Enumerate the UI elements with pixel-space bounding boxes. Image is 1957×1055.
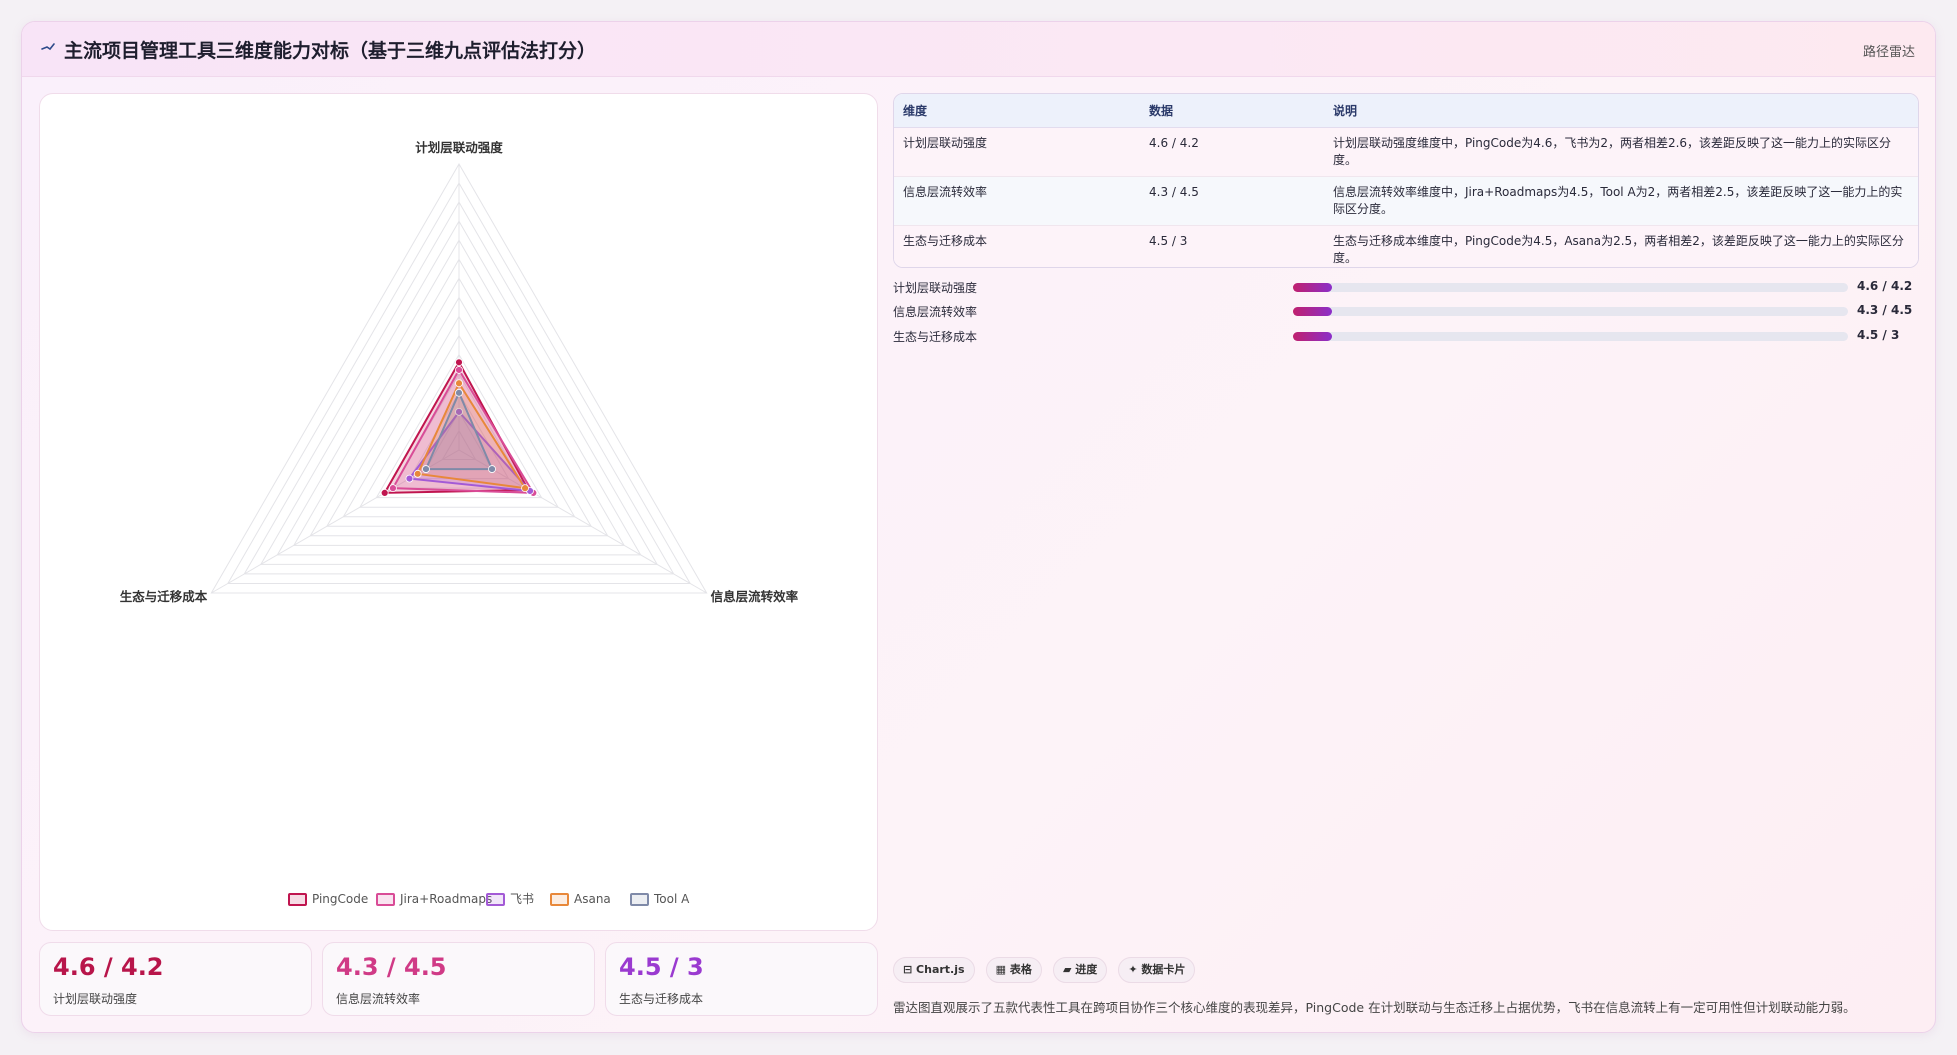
radar-chart-panel: 计划层联动强度信息层流转效率 生态与迁移成本 PingCode Jira+Roadma… [39, 93, 878, 931]
radar-point [422, 465, 430, 473]
progress-value: 4.5 / 3 [1857, 328, 1900, 342]
legend-label: 飞书 [510, 892, 534, 906]
legend-swatch [550, 893, 569, 906]
legend-label: PingCode [312, 892, 368, 906]
table-row: 信息层流转效率 4.3 / 4.5 信息层流转效率维度中，Jira+Roadma… [894, 176, 1918, 226]
progress-label: 信息层流转效率 [893, 305, 978, 319]
progress-row-info: 信息层流转效率 4.3 / 4.5 [893, 301, 1919, 321]
legend-label: Asana [574, 892, 611, 906]
radar-point [413, 469, 422, 478]
radar-point [455, 379, 463, 388]
table-cell: 生态与迁移成本维度中，PingCode为4.5，Asana为2.5，两者相差2，… [1333, 233, 1904, 265]
legend-swatch [376, 893, 395, 906]
table-header-row: 维度 数据 说明 [894, 94, 1918, 128]
progress-fill [1293, 283, 1332, 292]
legend-swatch [288, 893, 307, 906]
stat-value: 4.3 / 4.5 [336, 953, 447, 981]
progress-fill [1293, 332, 1332, 341]
radar-axis-label: 信息层流转效率 [711, 589, 799, 604]
table-cell: 4.6 / 4.2 [1140, 127, 1324, 177]
column-header-data[interactable]: 数据 [1140, 94, 1324, 128]
radar-point [488, 465, 496, 473]
table-cell: 信息层流转效率维度中，Jira+Roadmaps为4.5，Tool A为2，两者… [1324, 176, 1918, 226]
table-cell: 4.3 / 4.5 [1140, 176, 1324, 226]
stat-label: 信息层流转效率 [336, 992, 421, 1006]
chart-description: 雷达图直观展示了五款代表性工具在跨项目协作三个核心维度的表现差异，PingCod… [893, 1000, 1856, 1015]
radar-point [455, 388, 463, 397]
stat-card-ecosystem: 4.5 / 3 生态与迁移成本 [605, 942, 878, 1016]
column-header-description[interactable]: 说明 [1324, 94, 1918, 128]
progress-track [1293, 283, 1848, 292]
app-window: 主流项目管理工具三维度能力对标（基于三维九点评估法打分） 路径雷达 计划层联动强… [21, 21, 1936, 1033]
table-cell: 计划层联动强度 [894, 127, 1140, 177]
tag-data-card[interactable]: ✦ 数据卡片 [1118, 957, 1196, 983]
page-title: 主流项目管理工具三维度能力对标（基于三维九点评估法打分） [64, 40, 597, 62]
stat-value: 4.5 / 3 [619, 953, 704, 981]
radar-point [389, 484, 397, 493]
progress-track [1293, 307, 1848, 316]
legend-swatch [486, 893, 505, 906]
radar-point [521, 484, 529, 493]
tag-list: ⊟ Chart.js ▦ 表格 ▰ 进度 ✦ 数据卡片 [893, 957, 1201, 983]
legend-swatch [630, 893, 649, 906]
radar-point [455, 366, 463, 374]
progress-value: 4.6 / 4.2 [1857, 279, 1913, 293]
table-row: 生态与迁移成本 4.5 / 3 生态与迁移成本维度中，PingCode为4.5，… [894, 225, 1918, 267]
progress-label: 生态与迁移成本 [893, 330, 978, 344]
progress-label: 计划层联动强度 [893, 281, 978, 295]
view-label[interactable]: 路径雷达 [1863, 41, 1915, 60]
stat-value: 4.6 / 4.2 [53, 953, 164, 981]
table-cell: 信息层流转效率 [894, 176, 1140, 226]
radar-axis-label: 生态与迁移成本 [120, 589, 208, 604]
stat-card-info: 4.3 / 4.5 信息层流转效率 [322, 942, 595, 1016]
progress-fill [1293, 307, 1332, 316]
table-cell: 生态与迁移成本 [903, 233, 988, 248]
progress-row-plan: 计划层联动强度 4.6 / 4.2 [893, 277, 1919, 297]
title-bar: 主流项目管理工具三维度能力对标（基于三维九点评估法打分） 路径雷达 [22, 22, 1935, 77]
table-cell: 4.5 / 3 [1149, 233, 1188, 248]
radar-point [455, 358, 463, 367]
radar-point [405, 474, 414, 483]
legend-label: Tool A [653, 892, 690, 906]
tag-chartjs[interactable]: ⊟ Chart.js [893, 957, 975, 983]
radar-axis-label: 计划层联动强度 [415, 140, 503, 155]
tag-table[interactable]: ▦ 表格 [985, 957, 1042, 983]
table-cell: 计划层联动强度维度中，PingCode为4.6，飞书为2，两者相差2.6，该差距… [1324, 127, 1918, 177]
column-header-dimension[interactable]: 维度 [894, 94, 1140, 128]
tag-progress[interactable]: ▰ 进度 [1052, 957, 1108, 983]
table-row: 计划层联动强度 4.6 / 4.2 计划层联动强度维度中，PingCode为4.… [894, 127, 1918, 177]
progress-track [1293, 332, 1848, 341]
stat-label: 计划层联动强度 [53, 992, 138, 1006]
stat-card-plan: 4.6 / 4.2 计划层联动强度 [39, 942, 312, 1016]
radar-point [380, 488, 389, 497]
data-table: 维度 数据 说明 计划层联动强度 4.6 / 4.2 计划层联动强度维度中，Pi… [893, 93, 1919, 268]
radar-line-icon [41, 43, 55, 51]
stat-label: 生态与迁移成本 [619, 992, 704, 1006]
progress-value: 4.3 / 4.5 [1857, 303, 1913, 317]
legend-label: Jira+Roadmaps [399, 892, 492, 906]
radar-chart: 计划层联动强度信息层流转效率 生态与迁移成本 PingCode Jira+Roadma… [120, 140, 799, 906]
progress-row-ecosystem: 生态与迁移成本 4.5 / 3 [893, 326, 1919, 346]
